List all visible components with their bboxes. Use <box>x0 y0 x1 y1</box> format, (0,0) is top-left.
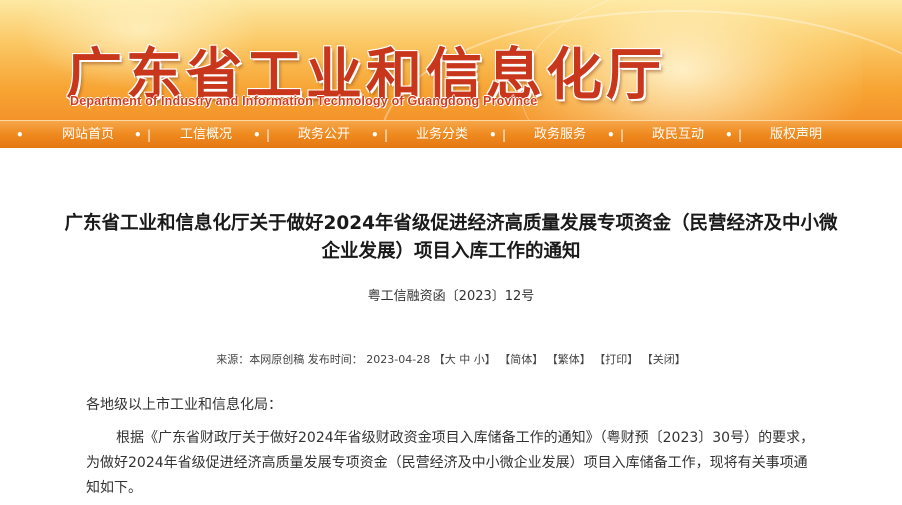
salutation: 各地级以上市工业和信息化局： <box>86 397 282 413</box>
publish-date: 2023-04-28 <box>366 353 431 366</box>
nav-bullet-icon: • <box>371 128 379 142</box>
font-size-medium-button[interactable]: 中 <box>459 353 470 366</box>
site-subtitle: Department of Industry and Information T… <box>70 94 538 108</box>
publish-date-label: 发布时间： <box>307 353 363 366</box>
nav-item-copyright[interactable]: 版权声明 <box>770 121 822 149</box>
nav-separator: | <box>502 128 507 142</box>
font-size-bracket-close: 】 <box>484 353 496 366</box>
nav-bullet-icon: • <box>607 128 615 142</box>
nav-item-overview[interactable]: 工信概况 <box>180 121 232 149</box>
source-label: 来源： <box>216 353 250 366</box>
nav-bullet-icon: • <box>725 128 733 142</box>
font-size-small-button[interactable]: 小 <box>474 353 485 366</box>
article-meta-bar: 来源：本网原创稿 发布时间： 2023-04-28 【大 中 小】 【简体】 【… <box>0 351 902 367</box>
font-size-bracket-open: 【 <box>433 353 445 366</box>
article-paragraph: 根据《广东省财政厅关于做好2024年省级财政资金项目入库储备工作的通知》（粤财预… <box>86 430 815 496</box>
source-value: 本网原创稿 <box>249 353 305 366</box>
article-title: 广东省工业和信息化厅关于做好2024年省级促进经济高质量发展专项资金（民营经济及… <box>64 213 838 262</box>
close-button[interactable]: 【关闭】 <box>642 353 686 366</box>
nav-separator: | <box>147 128 152 142</box>
nav-separator: | <box>384 128 389 142</box>
nav-item-gov-affairs-public[interactable]: 政务公开 <box>298 121 350 149</box>
nav-item-gov-services[interactable]: 政务服务 <box>534 121 586 149</box>
nav-bullet-icon: • <box>16 128 24 142</box>
nav-separator: | <box>620 128 625 142</box>
nav-bullet-icon: • <box>253 128 261 142</box>
site-header-banner: 广东省工业和信息化厅 Department of Industry and In… <box>0 0 902 120</box>
simplified-chinese-button[interactable]: 【简体】 <box>499 353 543 366</box>
nav-item-business-categories[interactable]: 业务分类 <box>416 121 468 149</box>
font-size-large-button[interactable]: 大 <box>445 353 456 366</box>
document-number: 粤工信融资函〔2023〕12号 <box>367 289 535 304</box>
nav-bullet-icon: • <box>489 128 497 142</box>
main-nav-bar: • 网站首页 • | 工信概况 • | 政务公开 • | 业务分类 • | 政务… <box>0 120 902 148</box>
print-button[interactable]: 【打印】 <box>594 353 638 366</box>
nav-bullet-icon: • <box>134 128 142 142</box>
nav-separator: | <box>738 128 743 142</box>
nav-item-interaction[interactable]: 政民互动 <box>652 121 704 149</box>
nav-item-home[interactable]: 网站首页 <box>62 121 114 149</box>
nav-separator: | <box>266 128 271 142</box>
traditional-chinese-button[interactable]: 【繁体】 <box>547 353 591 366</box>
